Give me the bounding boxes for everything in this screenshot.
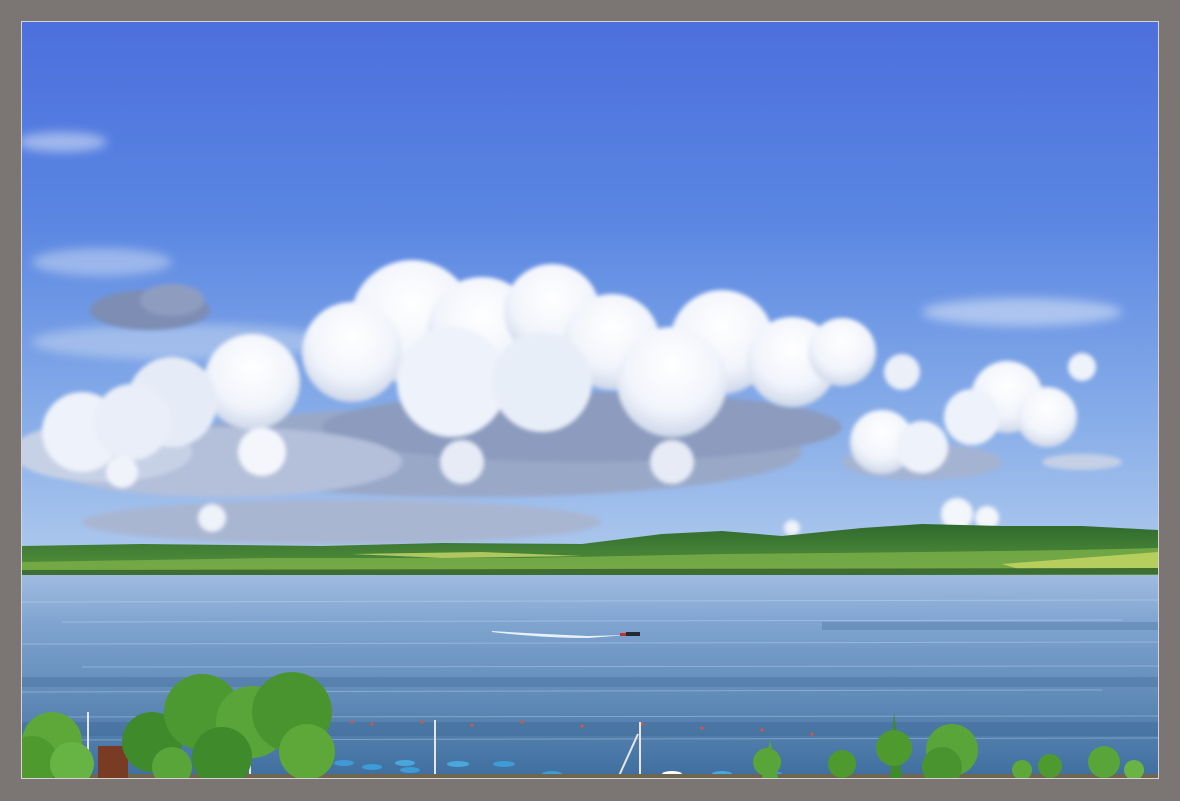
photo-frame [0, 0, 1180, 801]
landscape-photo [21, 21, 1159, 779]
